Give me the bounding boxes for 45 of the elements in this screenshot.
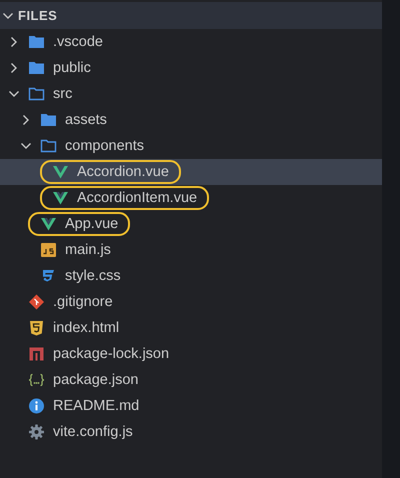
tree-row[interactable]: Accordion.vue xyxy=(0,159,382,185)
folder-name[interactable]: components xyxy=(65,138,144,154)
tree-row[interactable]: package-lock.json xyxy=(0,341,382,367)
info-icon xyxy=(28,398,45,414)
tree-row[interactable]: package.json xyxy=(0,367,382,393)
vue-icon xyxy=(52,190,69,206)
tree-row[interactable]: components xyxy=(0,133,382,159)
npm-icon xyxy=(28,346,45,362)
tree-row[interactable]: main.js xyxy=(0,237,382,263)
tree-row[interactable]: index.html xyxy=(0,315,382,341)
git-icon xyxy=(28,294,45,310)
file-name[interactable]: package.json xyxy=(53,372,138,388)
file-name[interactable]: style.css xyxy=(65,268,121,284)
tree-row[interactable]: style.css xyxy=(0,263,382,289)
file-name[interactable]: index.html xyxy=(53,320,120,336)
tree-row[interactable]: .gitignore xyxy=(0,289,382,315)
folder-name[interactable]: assets xyxy=(65,112,107,128)
file-name[interactable]: .gitignore xyxy=(53,294,113,310)
folder-name[interactable]: public xyxy=(53,60,91,76)
file-name[interactable]: Accordion.vue xyxy=(77,164,169,180)
tree-row[interactable]: App.vue xyxy=(0,211,382,237)
file-name[interactable]: main.js xyxy=(65,242,111,258)
folder-name[interactable]: src xyxy=(53,86,72,102)
braces-icon xyxy=(28,372,45,388)
file-name[interactable]: AccordionItem.vue xyxy=(77,190,198,206)
file-name[interactable]: App.vue xyxy=(65,216,118,232)
css-file-icon xyxy=(40,268,57,284)
js-file-icon xyxy=(40,242,57,258)
tree-row[interactable]: src xyxy=(0,81,382,107)
file-name[interactable]: package-lock.json xyxy=(53,346,170,362)
folder-name[interactable]: .vscode xyxy=(53,34,103,50)
tree-row[interactable]: .vscode xyxy=(0,29,382,55)
file-name[interactable]: vite.config.js xyxy=(53,424,133,440)
html-file-icon xyxy=(28,320,45,336)
gear-icon xyxy=(28,424,45,440)
tree-row[interactable]: AccordionItem.vue xyxy=(0,185,382,211)
file-name[interactable]: README.md xyxy=(53,398,140,414)
vue-icon xyxy=(52,164,69,180)
tree-row[interactable]: README.md xyxy=(0,393,382,419)
section-header[interactable]: FILES xyxy=(0,2,382,29)
vue-icon xyxy=(40,216,57,232)
tree-row[interactable]: assets xyxy=(0,107,382,133)
section-title: FILES xyxy=(18,8,58,23)
tree-row[interactable]: vite.config.js xyxy=(0,419,382,445)
tree-row[interactable]: public xyxy=(0,55,382,81)
